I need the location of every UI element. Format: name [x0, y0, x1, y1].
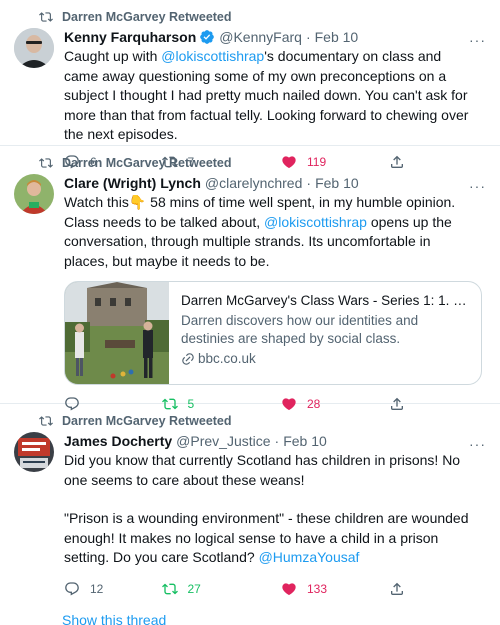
mention-link[interactable]: @lokiscottishrap: [264, 214, 367, 230]
timestamp[interactable]: Feb 10: [315, 28, 359, 46]
timestamp[interactable]: Feb 10: [315, 174, 359, 192]
retweet-icon: [39, 416, 53, 426]
action-bar: 12 27 133: [64, 572, 486, 606]
retweet-context: Darren McGarvey Retweeted: [38, 154, 486, 172]
link-preview-card[interactable]: Darren McGarvey's Class Wars - Series 1:…: [64, 281, 482, 385]
reply-button[interactable]: 12: [64, 581, 162, 597]
card-description: Darren discovers how our identities and …: [181, 313, 419, 346]
retweet-button[interactable]: 27: [161, 581, 260, 597]
more-options-icon[interactable]: ···: [469, 436, 486, 452]
display-name[interactable]: Kenny Farquharson: [64, 28, 196, 46]
mention-link[interactable]: @HumzaYousaf: [259, 549, 360, 565]
separator: ·: [274, 433, 280, 449]
tweet-text: Watch this👇 58 mins of time well spent, …: [64, 194, 456, 269]
heart-filled-icon: [282, 582, 296, 595]
card-thumbnail: [65, 282, 169, 384]
separator: ·: [305, 29, 311, 45]
share-icon: [390, 582, 403, 595]
avatar[interactable]: [14, 432, 54, 472]
retweet-icon: [39, 12, 53, 22]
card-domain: bbc.co.uk: [181, 350, 469, 368]
card-title: Darren McGarvey's Class Wars - Series 1:…: [181, 293, 469, 308]
tweet[interactable]: Darren McGarvey Retweeted Clare (Wright)…: [0, 146, 500, 411]
mention-link[interactable]: @lokiscottishrap: [161, 48, 264, 64]
show-thread-link[interactable]: Show this thread: [62, 606, 486, 625]
retweet-count: 27: [187, 581, 201, 596]
share-button[interactable]: [389, 581, 487, 597]
handle[interactable]: @clarelynchred: [205, 174, 302, 192]
tweet-text: Caught up with @lokiscottishrap's docume…: [64, 48, 469, 142]
retweet-icon: [161, 583, 178, 594]
retweet-label[interactable]: Darren McGarvey Retweeted: [62, 414, 232, 428]
separator: ·: [306, 175, 312, 191]
handle[interactable]: @KennyFarq: [219, 28, 302, 46]
retweet-label[interactable]: Darren McGarvey Retweeted: [62, 10, 232, 24]
more-options-icon[interactable]: ···: [469, 178, 486, 194]
reply-icon: [65, 581, 79, 595]
tweet-paragraph: Did you know that currently Scotland has…: [64, 452, 461, 488]
reply-count: 12: [90, 581, 104, 596]
like-count: 133: [307, 581, 328, 596]
timestamp[interactable]: Feb 10: [283, 432, 327, 450]
tweet[interactable]: Darren McGarvey Retweeted James Docherty…: [0, 404, 500, 625]
tweet[interactable]: Darren McGarvey Retweeted Kenny Farquhar…: [0, 0, 500, 169]
handle[interactable]: @Prev_Justice: [176, 432, 270, 450]
tweet-text: Did you know that currently Scotland has…: [64, 451, 486, 568]
retweet-context: Darren McGarvey Retweeted: [38, 412, 486, 430]
retweet-icon: [39, 158, 53, 168]
link-icon: [182, 353, 194, 365]
like-button[interactable]: 133: [281, 581, 379, 597]
display-name[interactable]: Clare (Wright) Lynch: [64, 174, 201, 192]
more-options-icon[interactable]: ···: [469, 32, 486, 48]
retweet-label[interactable]: Darren McGarvey Retweeted: [62, 156, 232, 170]
retweet-context: Darren McGarvey Retweeted: [38, 8, 486, 26]
avatar[interactable]: [14, 174, 54, 214]
display-name[interactable]: James Docherty: [64, 432, 172, 450]
avatar[interactable]: [14, 28, 54, 68]
tweet-paragraph: "Prison is a wounding environment" - the…: [64, 510, 469, 565]
verified-badge-icon: [199, 29, 215, 45]
